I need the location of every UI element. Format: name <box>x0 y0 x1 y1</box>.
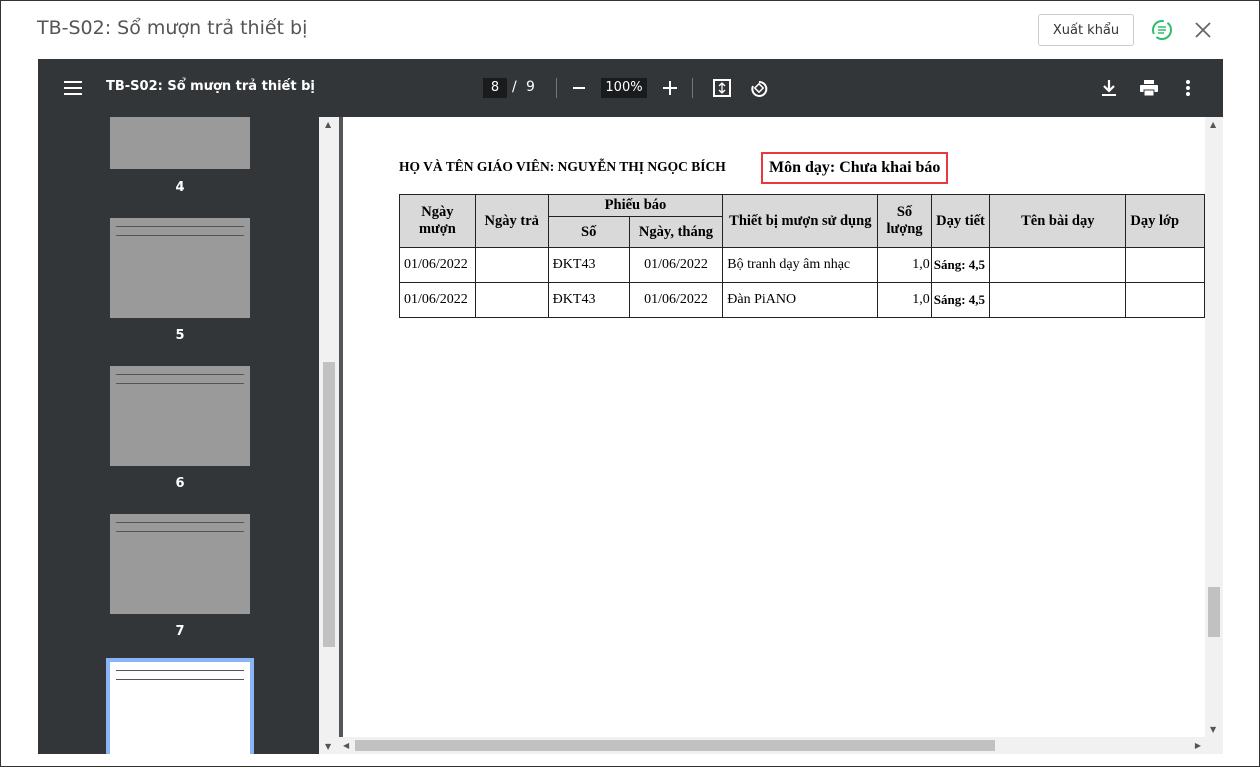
download-icon[interactable] <box>1102 80 1116 96</box>
cell-day-lop <box>1125 247 1205 283</box>
loan-table: Ngày mượn Ngày trả Phiếu báo Thiết bị mư… <box>399 194 1205 318</box>
page-horizontal-scrollbar[interactable]: ◀ ▶ <box>339 737 1223 754</box>
thumbnail-label: 5 <box>175 328 185 343</box>
subject-label: Môn dạy: Chưa khai báo <box>761 152 949 184</box>
table-row: 01/06/2022 ĐKT43 01/06/2022 Bộ tranh dạy… <box>399 247 1205 283</box>
cell-ngay-tra <box>474 247 549 283</box>
cell-ngay-thang: 01/06/2022 <box>628 247 724 283</box>
thumbnail-page-4[interactable] <box>110 117 250 169</box>
zoom-out-icon[interactable] <box>573 87 585 89</box>
header-thiet-bi: Thiết bị mượn sử dụng <box>722 194 879 248</box>
sidebar-scrollbar[interactable]: ▲ ▼ <box>319 117 339 754</box>
sync-icon[interactable] <box>1150 18 1174 42</box>
header-ngay-muon: Ngày mượn <box>399 194 476 248</box>
cell-day-tiet: Sáng: 4,5 <box>930 247 991 283</box>
cell-so: ĐKT43 <box>547 247 630 283</box>
total-pages: 9 <box>526 79 535 95</box>
cell-thiet-bi: Bộ tranh dạy âm nhạc <box>722 247 879 283</box>
header-phieu-bao: Phiếu báo <box>547 194 724 217</box>
header-so-luong: Số lượng <box>877 194 932 248</box>
page-vertical-scrollbar[interactable]: ▲ ▼ <box>1205 117 1223 737</box>
cell-so-luong: 1,0 <box>877 247 932 283</box>
zoom-in-icon[interactable] <box>663 81 677 95</box>
export-button[interactable]: Xuất khẩu <box>1038 14 1134 46</box>
teacher-name: HỌ VÀ TÊN GIÁO VIÊN: NGUYỄN THỊ NGỌC BÍC… <box>399 159 726 174</box>
cell-ngay-muon: 01/06/2022 <box>399 247 476 283</box>
thumbnail-label: 7 <box>175 624 185 639</box>
menu-icon[interactable] <box>64 80 82 96</box>
cell-ten-bai <box>989 247 1127 283</box>
more-options-icon[interactable] <box>1186 80 1190 96</box>
fit-page-icon[interactable] <box>713 79 731 97</box>
pdf-toolbar: TB-S02: Sổ mượn trả thiết bị 8 / 9 100% <box>38 59 1223 117</box>
close-icon[interactable] <box>1194 21 1212 39</box>
cell-day-tiet: Sáng: 4,5 <box>930 282 991 318</box>
header-so: Số <box>547 216 630 248</box>
cell-ngay-thang: 01/06/2022 <box>628 282 724 318</box>
rotate-icon[interactable] <box>749 78 769 98</box>
cell-ngay-tra <box>474 282 549 318</box>
header-day-tiet: Dạy tiết <box>930 194 991 248</box>
cell-thiet-bi: Đàn PiANO <box>722 282 879 318</box>
zoom-input[interactable]: 100% <box>601 78 647 98</box>
thumbnail-label: 6 <box>175 476 185 491</box>
thumbnail-page-5[interactable] <box>110 218 250 318</box>
cell-so: ĐKT43 <box>547 282 630 318</box>
header-ngay-thang: Ngày, tháng <box>628 216 724 248</box>
header-day-lop: Dạy lớp <box>1125 194 1205 248</box>
cell-so-luong: 1,0 <box>877 282 932 318</box>
page-number-input[interactable]: 8 <box>483 78 507 98</box>
table-row: 01/06/2022 ĐKT43 01/06/2022 Đàn PiANO 1,… <box>399 282 1205 318</box>
thumbnail-page-7[interactable] <box>110 514 250 614</box>
cell-ten-bai <box>989 282 1127 318</box>
dialog-title: TB-S02: Sổ mượn trả thiết bị <box>37 17 308 39</box>
header-ngay-tra: Ngày trả <box>474 194 549 248</box>
thumbnail-page-6[interactable] <box>110 366 250 466</box>
thumbnail-page-8[interactable] <box>106 658 254 754</box>
pdf-page: HỌ VÀ TÊN GIÁO VIÊN: NGUYỄN THỊ NGỌC BÍC… <box>343 117 1205 737</box>
thumbnail-label: 4 <box>175 180 185 195</box>
pdf-viewer: TB-S02: Sổ mượn trả thiết bị 8 / 9 100% … <box>38 59 1223 754</box>
pdf-title: TB-S02: Sổ mượn trả thiết bị <box>106 79 315 94</box>
print-icon[interactable] <box>1140 80 1158 96</box>
cell-ngay-muon: 01/06/2022 <box>399 282 476 318</box>
header-ten-bai: Tên bài dạy <box>989 194 1127 248</box>
cell-day-lop <box>1125 282 1205 318</box>
thumbnail-sidebar: 4 5 6 7 <box>38 117 319 754</box>
